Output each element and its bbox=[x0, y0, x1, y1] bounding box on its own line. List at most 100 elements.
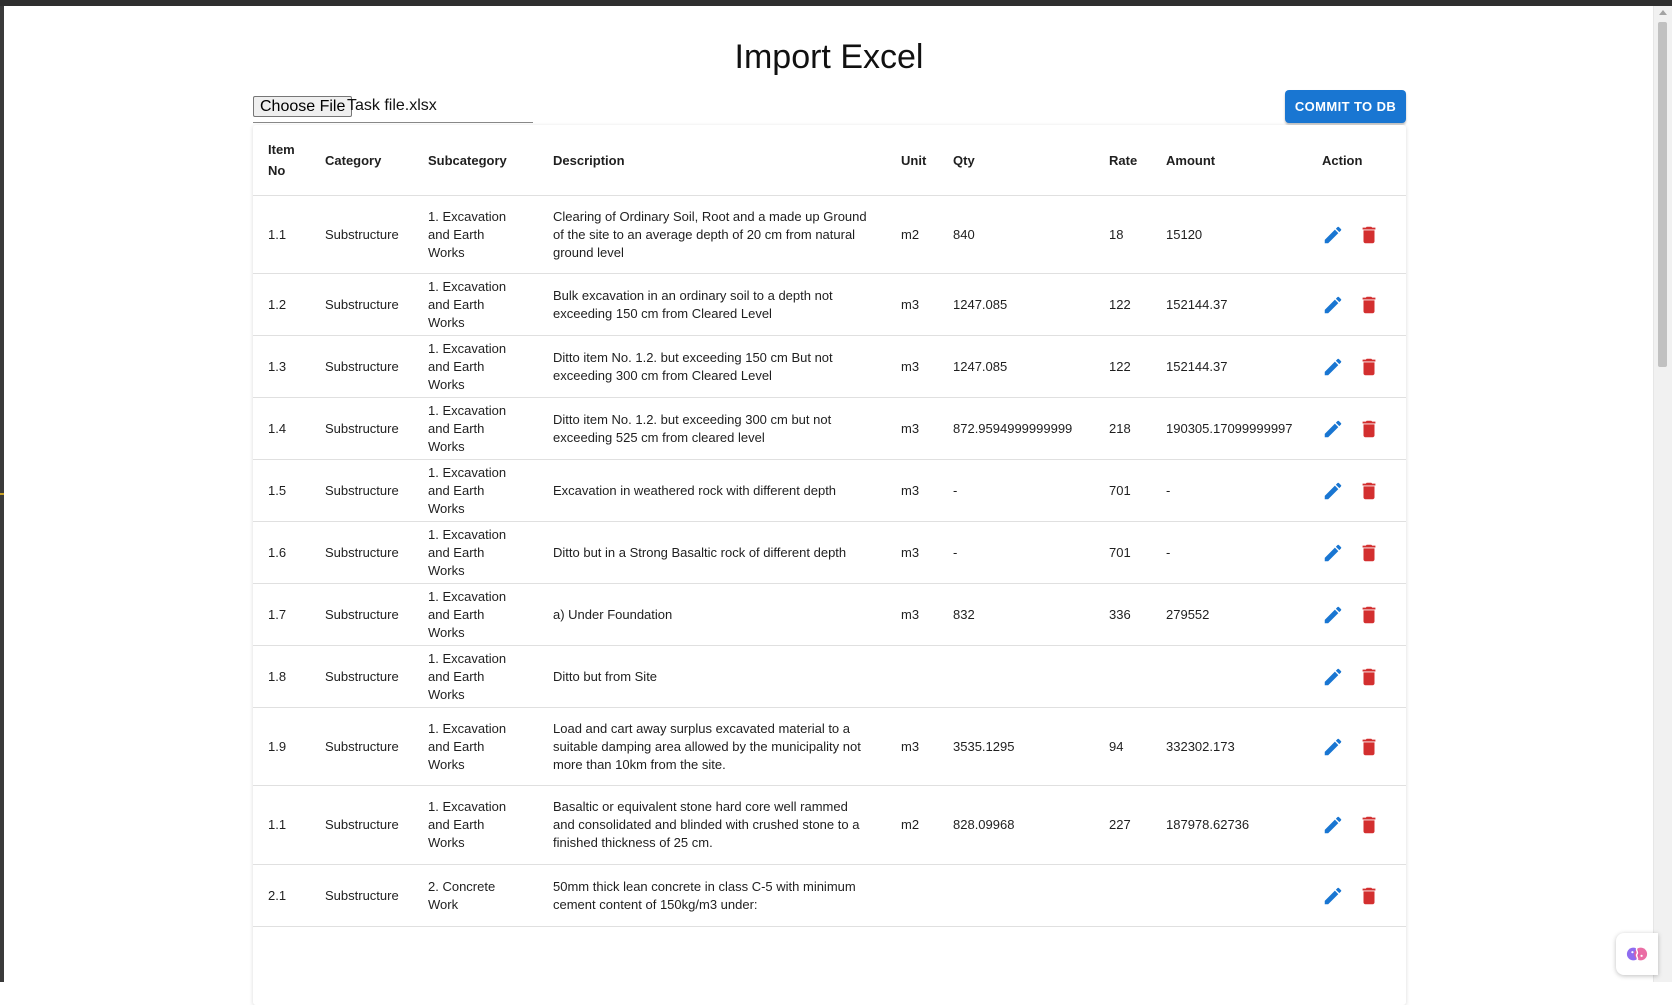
delete-trash-icon[interactable] bbox=[1358, 885, 1380, 907]
table-row: 1.1 Substructure 1. Excavation and Earth W… bbox=[253, 785, 1406, 865]
cell-unit: m2 bbox=[886, 195, 938, 274]
cell-qty: 872.9594999999999 bbox=[938, 397, 1094, 460]
cell-qty bbox=[938, 645, 1094, 708]
cell-category: Substructure bbox=[310, 195, 413, 274]
edge-marker bbox=[0, 493, 4, 495]
edit-pencil-icon[interactable] bbox=[1322, 736, 1344, 758]
cell-unit: m3 bbox=[886, 707, 938, 786]
vertical-scrollbar[interactable] bbox=[1653, 6, 1672, 982]
delete-trash-icon[interactable] bbox=[1358, 356, 1380, 378]
delete-trash-icon[interactable] bbox=[1358, 294, 1380, 316]
edit-pencil-icon[interactable] bbox=[1322, 294, 1344, 316]
scroll-thumb[interactable] bbox=[1658, 22, 1667, 367]
cell-category: Substructure bbox=[310, 397, 413, 460]
cell-unit: m2 bbox=[886, 785, 938, 865]
cell-description: 50mm thick lean concrete in class C-5 wi… bbox=[538, 864, 886, 927]
cell-rate: 218 bbox=[1094, 397, 1151, 460]
cell-rate: 122 bbox=[1094, 273, 1151, 336]
cell-amount: - bbox=[1151, 521, 1307, 584]
edit-pencil-icon[interactable] bbox=[1322, 480, 1344, 502]
header-item-no: Item No bbox=[253, 125, 310, 196]
scroll-up-arrow-icon[interactable] bbox=[1659, 10, 1667, 15]
cell-action bbox=[1307, 459, 1406, 522]
cell-category: Substructure bbox=[310, 335, 413, 398]
cell-subcategory: 1. Excavation and Earth Works bbox=[413, 785, 538, 865]
table-header-row: Item No Category Subcategory Description… bbox=[253, 125, 1406, 196]
items-table: Item No Category Subcategory Description… bbox=[253, 125, 1406, 927]
cell-category: Substructure bbox=[310, 583, 413, 646]
cell-category: Substructure bbox=[310, 459, 413, 522]
cell-unit: m3 bbox=[886, 459, 938, 522]
cell-subcategory: 2. Concrete Work bbox=[413, 864, 538, 927]
header-description: Description bbox=[538, 125, 886, 196]
page-title: Import Excel bbox=[734, 38, 924, 76]
cell-action bbox=[1307, 785, 1406, 865]
cell-item-no: 1.1 bbox=[253, 195, 310, 274]
cell-action bbox=[1307, 583, 1406, 646]
cell-description: Bulk excavation in an ordinary soil to a… bbox=[538, 273, 886, 336]
edit-pencil-icon[interactable] bbox=[1322, 814, 1344, 836]
cell-rate: 18 bbox=[1094, 195, 1151, 274]
delete-trash-icon[interactable] bbox=[1358, 418, 1380, 440]
file-input[interactable]: Choose File Task file.xlsx bbox=[253, 96, 533, 123]
cell-subcategory: 1. Excavation and Earth Works bbox=[413, 707, 538, 786]
delete-trash-icon[interactable] bbox=[1358, 224, 1380, 246]
cell-description: a) Under Foundation bbox=[538, 583, 886, 646]
table-row: 1.5 Substructure 1. Excavation and Earth W… bbox=[253, 459, 1406, 522]
cell-rate bbox=[1094, 864, 1151, 927]
cell-description: Ditto item No. 1.2. but exceeding 150 cm… bbox=[538, 335, 886, 398]
table-row: 2.1 Substructure 2. Concrete Work 50mm thic… bbox=[253, 864, 1406, 927]
delete-trash-icon[interactable] bbox=[1358, 736, 1380, 758]
cell-subcategory: 1. Excavation and Earth Works bbox=[413, 583, 538, 646]
cell-amount: 187978.62736 bbox=[1151, 785, 1307, 865]
cell-unit: m3 bbox=[886, 335, 938, 398]
cell-subcategory: 1. Excavation and Earth Works bbox=[413, 335, 538, 398]
edit-pencil-icon[interactable] bbox=[1322, 356, 1344, 378]
choose-file-button[interactable]: Choose File bbox=[253, 96, 353, 117]
cell-category: Substructure bbox=[310, 707, 413, 786]
delete-trash-icon[interactable] bbox=[1358, 542, 1380, 564]
table-row: 1.8 Substructure 1. Excavation and Earth W… bbox=[253, 645, 1406, 708]
cell-subcategory: 1. Excavation and Earth Works bbox=[413, 195, 538, 274]
delete-trash-icon[interactable] bbox=[1358, 666, 1380, 688]
header-rate: Rate bbox=[1094, 125, 1151, 196]
delete-trash-icon[interactable] bbox=[1358, 814, 1380, 836]
cell-amount: 15120 bbox=[1151, 195, 1307, 274]
edit-pencil-icon[interactable] bbox=[1322, 418, 1344, 440]
cell-rate: 227 bbox=[1094, 785, 1151, 865]
edit-pencil-icon[interactable] bbox=[1322, 666, 1344, 688]
cell-amount: 152144.37 bbox=[1151, 335, 1307, 398]
cell-description: Ditto item No. 1.2. but exceeding 300 cm… bbox=[538, 397, 886, 460]
cell-rate: 122 bbox=[1094, 335, 1151, 398]
table-row: 1.6 Substructure 1. Excavation and Earth W… bbox=[253, 521, 1406, 584]
cell-qty: - bbox=[938, 459, 1094, 522]
cell-category: Substructure bbox=[310, 785, 413, 865]
cell-category: Substructure bbox=[310, 273, 413, 336]
cell-action bbox=[1307, 273, 1406, 336]
edit-pencil-icon[interactable] bbox=[1322, 224, 1344, 246]
cell-amount: 190305.17099999997 bbox=[1151, 397, 1307, 460]
edit-pencil-icon[interactable] bbox=[1322, 542, 1344, 564]
brain-icon bbox=[1626, 947, 1648, 961]
cell-amount bbox=[1151, 864, 1307, 927]
selected-file-name: Task file.xlsx bbox=[347, 97, 437, 114]
edit-pencil-icon[interactable] bbox=[1322, 885, 1344, 907]
cell-action bbox=[1307, 707, 1406, 786]
cell-amount bbox=[1151, 645, 1307, 708]
header-subcategory: Subcategory bbox=[413, 125, 538, 196]
header-unit: Unit bbox=[886, 125, 938, 196]
edit-pencil-icon[interactable] bbox=[1322, 604, 1344, 626]
cell-subcategory: 1. Excavation and Earth Works bbox=[413, 645, 538, 708]
delete-trash-icon[interactable] bbox=[1358, 604, 1380, 626]
header-category: Category bbox=[310, 125, 413, 196]
cell-item-no: 1.6 bbox=[253, 521, 310, 584]
assistant-widget-button[interactable] bbox=[1616, 933, 1658, 975]
cell-description: Ditto but from Site bbox=[538, 645, 886, 708]
table-row: 1.9 Substructure 1. Excavation and Earth W… bbox=[253, 707, 1406, 786]
header-amount: Amount bbox=[1151, 125, 1307, 196]
cell-item-no: 2.1 bbox=[253, 864, 310, 927]
cell-action bbox=[1307, 645, 1406, 708]
delete-trash-icon[interactable] bbox=[1358, 480, 1380, 502]
commit-to-db-button[interactable]: COMMIT TO DB bbox=[1285, 90, 1406, 123]
cell-description: Basaltic or equivalent stone hard core w… bbox=[538, 785, 886, 865]
